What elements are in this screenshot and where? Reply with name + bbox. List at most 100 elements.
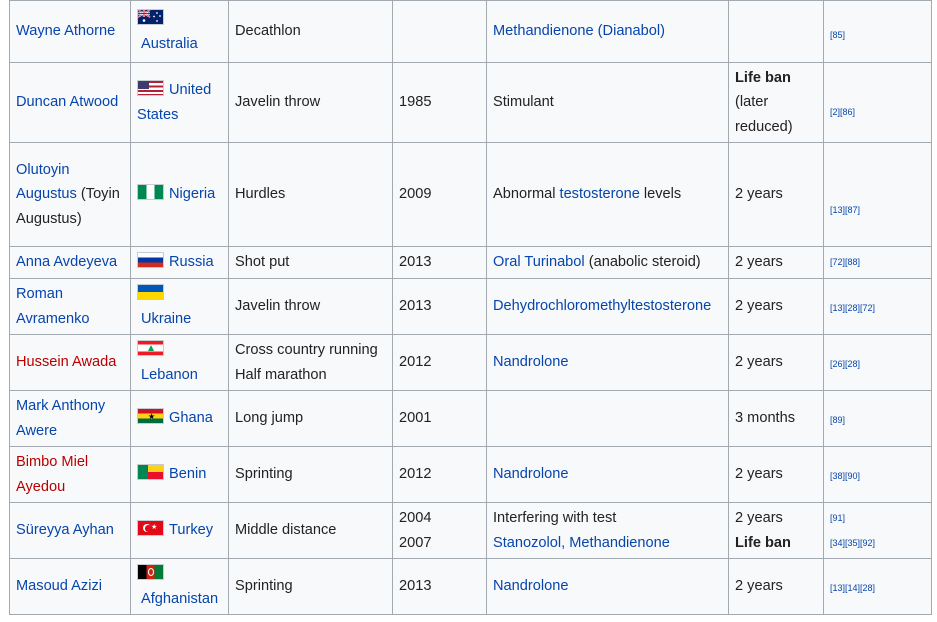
substance-cell: Abnormal testosterone levels [486, 142, 729, 247]
sanction-cell: Life ban (later reduced) [728, 62, 824, 143]
russia-flag-icon [137, 252, 164, 269]
country-cell: Australia [130, 0, 229, 63]
references-cell: [91] [34][35][92] [823, 502, 932, 559]
country-link[interactable]: Nigeria [169, 186, 215, 202]
substance-link[interactable]: testosterone [560, 186, 640, 202]
country-cell: Nigeria [130, 142, 229, 247]
event-cell: Middle distance [228, 502, 393, 559]
references-cell: [89] [823, 390, 932, 447]
event-cell: Hurdles [228, 142, 393, 247]
athlete-link[interactable]: Duncan Atwood [16, 94, 118, 110]
reference-link[interactable]: [13][87] [830, 205, 860, 215]
references-cell: [72][88] [823, 246, 932, 279]
event-cell: Long jump [228, 390, 393, 447]
athlete-cell: Bimbo Miel Ayedou [9, 446, 131, 503]
substance-cell: Nandrolone [486, 558, 729, 615]
substance-link[interactable]: Stanozolol, Methandienone [493, 531, 722, 556]
reference-link[interactable]: [38][90] [830, 471, 860, 481]
country-link[interactable]: Turkey [169, 522, 213, 538]
sanction-cell: 2 years [728, 334, 824, 391]
reference-link[interactable]: [72][88] [830, 257, 860, 267]
lebanon-flag-icon [137, 340, 164, 356]
athlete-link[interactable]: Mark Anthony Awere [16, 398, 105, 439]
country-link[interactable]: Ukraine [141, 311, 191, 327]
country-link[interactable]: Russia [169, 254, 214, 270]
substance-text: Abnormal [493, 186, 560, 203]
country-link[interactable]: Lebanon [141, 367, 198, 383]
country-link[interactable]: Ghana [169, 410, 213, 426]
references-cell: [13][14][28] [823, 558, 932, 615]
reference-link[interactable]: [2][86] [830, 107, 855, 117]
substance-link[interactable]: Nandrolone [493, 466, 568, 482]
year-value: 2004 [399, 510, 432, 526]
year-value: 2007 [399, 534, 432, 551]
table-row: Hussein Awada Lebanon Cross country runn… [9, 334, 932, 391]
reference-link[interactable]: [34][35][92] [830, 538, 875, 548]
year-cell: 2009 [392, 142, 487, 247]
substance-link[interactable]: Oral Turinabol [493, 254, 585, 270]
country-cell: ★ Turkey [130, 502, 229, 559]
athlete-link[interactable]: Süreyya Ayhan [16, 522, 114, 538]
athlete-cell: Mark Anthony Awere [9, 390, 131, 447]
reference-link[interactable]: [91] [830, 513, 845, 523]
sanction-cell: 2 years Life ban [728, 502, 824, 559]
country-cell: Benin [130, 446, 229, 503]
substance-cell: Oral Turinabol (anabolic steroid) [486, 246, 729, 279]
substance-link[interactable]: Methandienone (Dianabol) [493, 23, 665, 39]
athlete-link[interactable]: Wayne Athorne [16, 23, 115, 39]
athlete-link[interactable]: Hussein Awada [16, 354, 116, 370]
athlete-cell: Olutoyin Augustus (Toyin Augustus) [9, 142, 131, 247]
afghanistan-flag-icon [137, 564, 164, 580]
reference-link[interactable]: [26][28] [830, 359, 860, 369]
athlete-link[interactable]: Roman Avramenko [16, 286, 90, 327]
year-cell: 2013 [392, 558, 487, 615]
substance-cell: Dehydrochloromethyltestosterone [486, 278, 729, 335]
table-row: Roman Avramenko Ukraine Javelin throw 20… [9, 278, 932, 335]
reference-link[interactable]: [89] [830, 415, 845, 425]
athlete-cell: Roman Avramenko [9, 278, 131, 335]
references-cell: [2][86] [823, 62, 932, 143]
country-link[interactable]: Afghanistan [141, 591, 218, 607]
sanction-cell: 2 years [728, 558, 824, 615]
event-cell: Shot put [228, 246, 393, 279]
reference-link[interactable]: [13][14][28] [830, 583, 875, 593]
substance-link[interactable]: Dehydrochloromethyltestosterone [493, 298, 711, 314]
nigeria-flag-icon [137, 184, 164, 201]
table-row: Masoud Azizi Afghanistan Sprinting 2013 … [9, 558, 932, 615]
athlete-link[interactable]: Anna Avdeyeva [16, 254, 117, 270]
substance-cell: Stimulant [486, 62, 729, 143]
athlete-link[interactable]: Bimbo Miel Ayedou [16, 454, 88, 495]
sanction-cell: 2 years [728, 278, 824, 335]
event-cell: Cross country running Half marathon [228, 334, 393, 391]
australia-flag-icon [137, 9, 164, 25]
year-cell: 2013 [392, 278, 487, 335]
substance-link[interactable]: Nandrolone [493, 578, 568, 594]
reference-link[interactable]: [85] [830, 30, 845, 40]
country-link[interactable]: Australia [141, 36, 198, 52]
event-cell: Javelin throw [228, 278, 393, 335]
athlete-cell: Duncan Atwood [9, 62, 131, 143]
sanction-cell: 2 years [728, 246, 824, 279]
athlete-link[interactable]: Olutoyin Augustus [16, 162, 77, 203]
reference-link[interactable]: [13][28][72] [830, 303, 875, 313]
event-cell: Sprinting [228, 558, 393, 615]
sanction-cell: 3 months [728, 390, 824, 447]
year-cell: 2013 [392, 246, 487, 279]
references-cell: [13][87] [823, 142, 932, 247]
athlete-cell: Hussein Awada [9, 334, 131, 391]
table-row: Olutoyin Augustus (Toyin Augustus) Niger… [9, 142, 932, 247]
ghana-flag-icon: ★ [137, 408, 164, 425]
table-row: Süreyya Ayhan ★ Turkey Middle distance 2… [9, 502, 932, 559]
country-link[interactable]: Benin [169, 466, 206, 482]
references-cell: [85] [823, 0, 932, 63]
athlete-link[interactable]: Masoud Azizi [16, 578, 102, 594]
ukraine-flag-icon [137, 284, 164, 300]
substance-text: (anabolic steroid) [584, 254, 701, 271]
doping-table-container: Wayne Athorne Australia Decathlon Methan… [9, 0, 932, 615]
year-cell: 2012 [392, 334, 487, 391]
substance-text: Interfering with test [493, 510, 617, 526]
substance-text: levels [639, 186, 682, 203]
country-cell: Russia [130, 246, 229, 279]
table-row: Duncan Atwood United States Javelin thro… [9, 62, 932, 143]
substance-link[interactable]: Nandrolone [493, 354, 568, 370]
